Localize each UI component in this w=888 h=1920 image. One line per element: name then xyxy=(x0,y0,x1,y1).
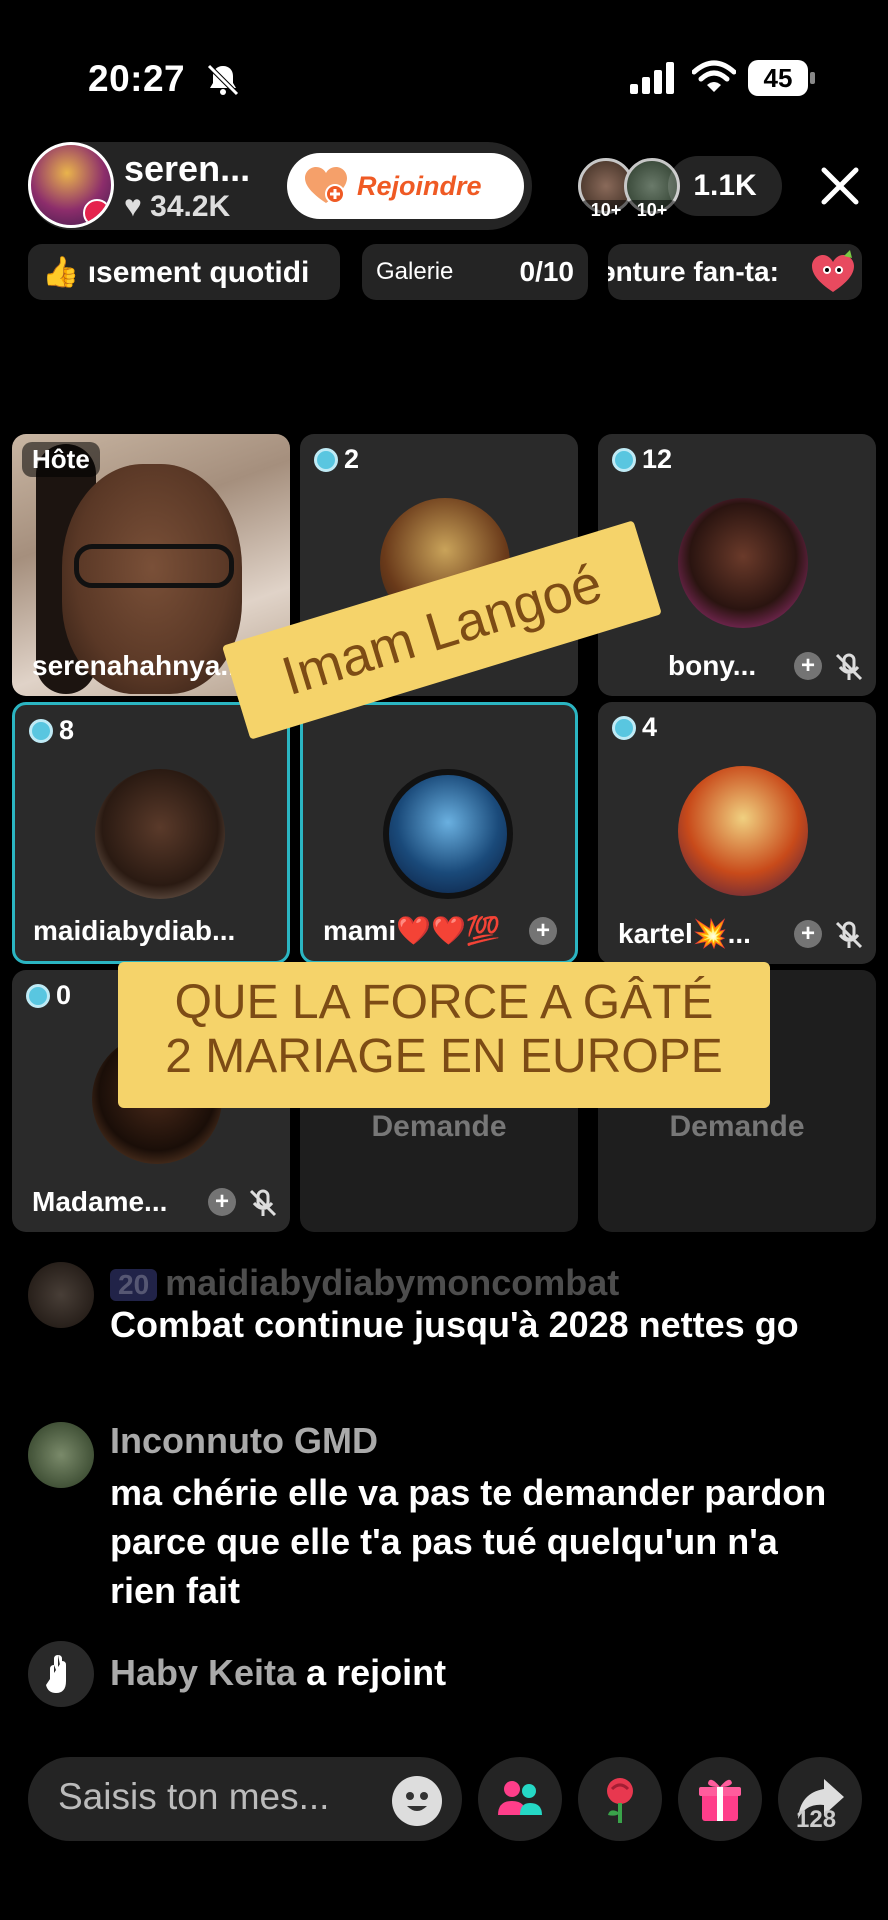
guest-avatar xyxy=(678,766,808,896)
text-sticker-caption: QUE LA FORCE A GÂTÉ 2 MARIAGE EN EUROPE xyxy=(118,962,770,1108)
daily-ranking-label: 👍 ısement quotidi xyxy=(42,255,310,289)
comment-avatar[interactable] xyxy=(28,1262,94,1328)
mic-off-icon xyxy=(835,921,863,949)
host-tag: Hôte xyxy=(22,442,100,477)
guest-name: mami❤️❤️💯 xyxy=(323,915,501,946)
request-label: Demande xyxy=(669,1110,805,1143)
add-icon[interactable]: + xyxy=(794,920,822,948)
gallery-count: 0/10 xyxy=(519,256,575,287)
join-label: Rejoindre xyxy=(357,170,482,201)
add-icon[interactable]: + xyxy=(208,1188,236,1216)
rose-icon xyxy=(607,1778,633,1823)
gallery-chip[interactable]: Galerie 0/10 xyxy=(362,244,588,300)
emoji-icon[interactable] xyxy=(392,1776,442,1826)
joined-username: Haby Keita xyxy=(110,1652,297,1693)
heart-plus-icon xyxy=(305,167,347,204)
comment-username: 20 maidiabydiabymoncombat xyxy=(110,1262,619,1304)
viewer-count[interactable]: 1.1K xyxy=(668,156,782,216)
close-icon[interactable] xyxy=(818,164,862,208)
glasses-shape xyxy=(74,544,234,588)
mic-off-icon xyxy=(249,1189,277,1217)
request-label: Demande xyxy=(371,1110,507,1143)
guest-cell[interactable]: mami❤️❤️💯 + xyxy=(300,702,578,964)
live-mic-icon xyxy=(83,199,111,225)
fan-heart-icon xyxy=(812,250,854,292)
gem-badge: 2 xyxy=(314,444,359,475)
gem-icon xyxy=(612,447,636,472)
share-count: 128 xyxy=(796,1806,837,1833)
guest-avatar xyxy=(95,769,225,899)
host-likes: ♥ 34.2K xyxy=(124,190,231,223)
guest-name: Madame... xyxy=(32,1186,168,1217)
host-avatar[interactable] xyxy=(28,142,114,228)
comment-text: ma chérie elle va pas te demander pardon… xyxy=(110,1472,827,1611)
guest-cell[interactable]: 4 kartel💥... + xyxy=(598,702,876,964)
gallery-label: Galerie xyxy=(376,258,454,285)
gem-badge: 8 xyxy=(29,715,74,746)
gem-badge: 0 xyxy=(26,980,71,1011)
daily-ranking-chip[interactable]: 👍 ısement quotidi xyxy=(28,244,340,300)
bell-off-icon xyxy=(207,64,239,96)
caption-line-1: QUE LA FORCE A GÂTÉ xyxy=(174,976,714,1029)
guest-cell[interactable]: 8 maidiabydiab... xyxy=(12,702,290,964)
comment-avatar[interactable] xyxy=(28,1422,94,1488)
viewer-badge: 10+ xyxy=(627,200,677,221)
mic-off-icon xyxy=(835,653,863,681)
battery-icon: 45 xyxy=(748,60,816,96)
fan-adventure-label: ənture fan-ta: xyxy=(608,256,779,287)
battery-level: 45 xyxy=(748,60,808,96)
gem-badge: 12 xyxy=(612,444,672,475)
add-icon[interactable]: + xyxy=(794,652,822,680)
wave-icon xyxy=(28,1641,94,1707)
host-name: seren... xyxy=(124,148,251,189)
comment-text: Combat continue jusqu'à 2028 nettes go xyxy=(110,1304,799,1345)
guest-name: kartel💥... xyxy=(618,918,751,949)
signal-icon xyxy=(630,62,674,94)
wifi-icon xyxy=(692,60,736,92)
guest-name: maidiabydiab... xyxy=(33,915,236,946)
gem-level-badge: 20 xyxy=(110,1269,158,1302)
fan-adventure-chip[interactable]: ənture fan-ta: xyxy=(608,244,862,300)
comment-username[interactable]: Inconnuto GMD xyxy=(110,1420,378,1462)
joined-action: a rejoint xyxy=(306,1652,447,1693)
caption-line-2: 2 MARIAGE EN EUROPE xyxy=(165,1030,723,1083)
viewer-badge: 10+ xyxy=(581,200,631,221)
rose-gift-button[interactable] xyxy=(578,1757,662,1841)
gem-icon xyxy=(314,447,338,472)
gift-icon xyxy=(699,1779,741,1821)
guest-avatar xyxy=(383,769,513,899)
guest-name: bony... xyxy=(668,650,757,681)
gem-badge: 4 xyxy=(612,712,657,743)
join-notice: Haby Keita a rejoint xyxy=(110,1652,446,1694)
people-icon xyxy=(498,1781,542,1815)
join-button[interactable]: Rejoindre xyxy=(287,153,524,219)
guest-avatar xyxy=(678,498,808,628)
status-time: 20:27 xyxy=(88,58,186,99)
add-icon[interactable]: + xyxy=(529,917,557,945)
gem-icon xyxy=(612,715,636,740)
host-cell-name: serenahahnya... xyxy=(32,650,244,681)
gem-icon xyxy=(26,983,50,1008)
guests-button[interactable] xyxy=(478,1757,562,1841)
gift-button[interactable] xyxy=(678,1757,762,1841)
gem-icon xyxy=(29,718,53,743)
